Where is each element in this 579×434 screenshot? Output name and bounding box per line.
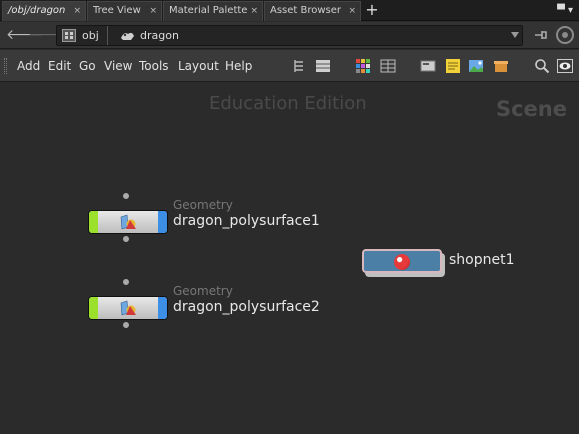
- pin-icon[interactable]: [534, 28, 548, 42]
- display-flag[interactable]: [89, 211, 98, 233]
- pane-menu-icon[interactable]: ▀ ▾: [557, 0, 573, 21]
- node-tile[interactable]: [88, 296, 168, 320]
- geometry-object-icon: [121, 32, 134, 40]
- input-connector[interactable]: [123, 193, 129, 199]
- menu-go[interactable]: Go: [79, 50, 96, 82]
- node-name-label[interactable]: dragon_polysurface1: [173, 213, 320, 229]
- tab-obj-dragon[interactable]: /obj/dragon ×: [2, 1, 86, 21]
- menu-tools[interactable]: Tools: [139, 50, 169, 82]
- education-edition-watermark: Education Edition: [209, 93, 367, 114]
- node-type-label: Geometry: [173, 284, 233, 298]
- background-image-icon[interactable]: [468, 58, 484, 74]
- network-editor-canvas[interactable]: Education Edition Scene Geometry dragon_…: [0, 83, 579, 434]
- breadcrumb-obj[interactable]: obj: [82, 26, 99, 45]
- obj-network-icon: [62, 29, 76, 42]
- geometry-icon: [120, 214, 136, 230]
- link-icon[interactable]: [556, 26, 574, 44]
- menu-edit[interactable]: Edit: [48, 50, 71, 82]
- menu-layout[interactable]: Layout: [178, 50, 219, 82]
- tab-tree-view[interactable]: Tree View ×: [87, 1, 162, 21]
- menu-view[interactable]: View: [104, 50, 132, 82]
- node-tile[interactable]: [362, 249, 442, 273]
- sticky-note-icon[interactable]: [445, 58, 461, 74]
- network-path-field[interactable]: obj dragon: [56, 25, 523, 46]
- tab-material-palette[interactable]: Material Palette ×: [163, 1, 263, 21]
- tab-label: /obj/dragon: [8, 5, 66, 16]
- display-flag[interactable]: [89, 297, 98, 319]
- list-view-icon[interactable]: [315, 58, 331, 74]
- render-flag[interactable]: [158, 211, 167, 233]
- output-connector[interactable]: [123, 322, 129, 328]
- render-flag[interactable]: [158, 297, 167, 319]
- path-bar: 🡐 🡒 obj dragon: [0, 22, 579, 49]
- shader-ball-icon: [394, 254, 410, 270]
- input-connector[interactable]: [123, 279, 129, 285]
- node-type-label: Geometry: [173, 198, 233, 212]
- add-tab-icon[interactable]: +: [364, 0, 380, 21]
- menu-bar: Add Edit Go View Tools Layout Help: [0, 50, 579, 82]
- tab-label: Asset Browser: [270, 5, 342, 16]
- close-icon[interactable]: ×: [149, 2, 157, 20]
- context-label: Scene: [495, 97, 567, 121]
- grip-handle[interactable]: [4, 58, 7, 74]
- node-name-label[interactable]: dragon_polysurface2: [173, 299, 320, 315]
- asset-box-icon[interactable]: [493, 58, 509, 74]
- node-tile[interactable]: [88, 210, 168, 234]
- color-palette-icon[interactable]: [355, 58, 371, 74]
- output-connector[interactable]: [123, 236, 129, 242]
- tab-label: Material Palette: [169, 5, 248, 16]
- geometry-icon: [120, 300, 136, 316]
- breadcrumb-separator: [107, 26, 108, 45]
- close-icon[interactable]: ×: [250, 2, 258, 20]
- pane-tab-bar: /obj/dragon × Tree View × Material Palet…: [0, 0, 579, 21]
- back-arrow-icon[interactable]: 🡐: [6, 27, 44, 43]
- visibility-eye-icon[interactable]: [557, 58, 573, 74]
- node-name-label[interactable]: shopnet1: [449, 252, 515, 268]
- search-icon[interactable]: [534, 58, 550, 74]
- close-icon[interactable]: ×: [348, 2, 356, 20]
- network-box-icon[interactable]: [420, 58, 436, 74]
- chevron-down-icon[interactable]: [511, 32, 519, 38]
- menu-help[interactable]: Help: [225, 50, 252, 82]
- forward-arrow-icon[interactable]: 🡒: [28, 27, 66, 43]
- tab-label: Tree View: [93, 5, 141, 16]
- close-icon[interactable]: ×: [73, 2, 81, 20]
- breadcrumb-dragon[interactable]: dragon: [140, 26, 179, 45]
- tab-asset-browser[interactable]: Asset Browser ×: [264, 1, 361, 21]
- tree-layout-icon[interactable]: [291, 58, 307, 74]
- grid-view-icon[interactable]: [380, 58, 396, 74]
- menu-add[interactable]: Add: [17, 50, 40, 82]
